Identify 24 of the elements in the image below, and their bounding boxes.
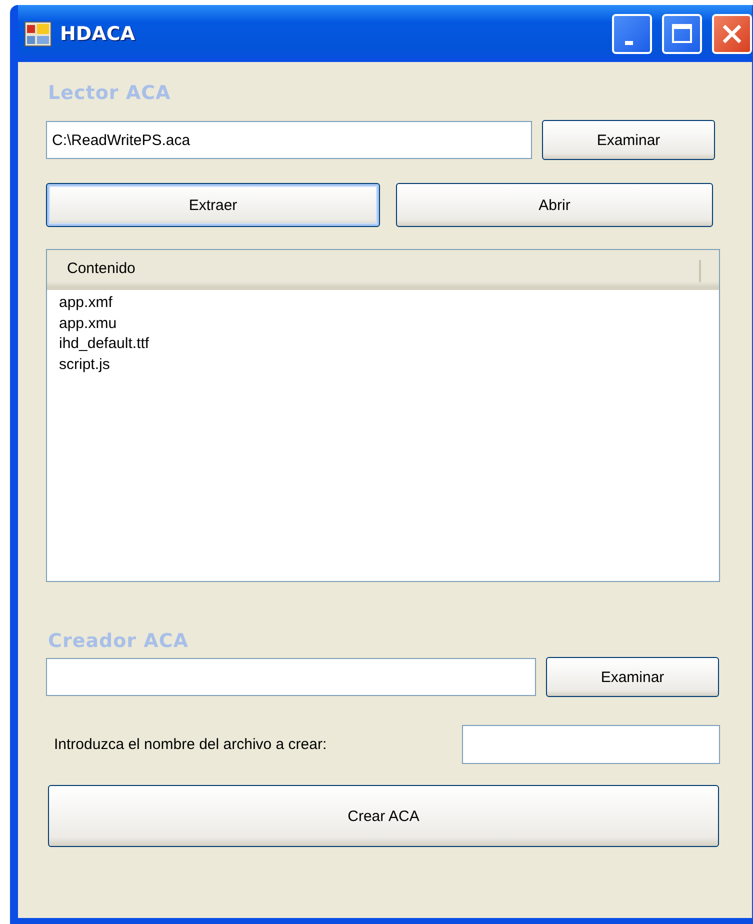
close-button[interactable] — [712, 14, 752, 54]
maximize-icon — [670, 22, 694, 46]
file-item[interactable]: ihd_default.ttf — [47, 334, 150, 354]
minimize-button[interactable] — [612, 14, 652, 54]
path-field[interactable] — [46, 658, 536, 696]
file-item[interactable]: app.xmf — [47, 293, 112, 314]
app-icon — [24, 20, 52, 48]
browse-button[interactable]: Examinar — [546, 657, 719, 697]
section-heading: Creador ACA — [48, 630, 189, 652]
window-title: HDACA — [60, 22, 136, 44]
create-button[interactable]: Crear ACA — [48, 785, 719, 847]
path-field[interactable]: C:\ReadWritePS.aca — [46, 121, 532, 159]
file-item[interactable]: app.xmu — [47, 314, 117, 334]
minimize-icon — [625, 40, 633, 44]
file-item[interactable]: script.js — [47, 354, 110, 375]
browse-button[interactable]: Examinar — [542, 120, 715, 160]
maximize-button[interactable] — [662, 14, 702, 54]
file-name-field[interactable] — [462, 725, 720, 764]
column-header[interactable]: Contenido — [47, 250, 719, 290]
action-button[interactable]: Extraer — [46, 183, 380, 227]
action-button[interactable]: Abrir — [396, 183, 713, 227]
name-label: Introduzca el nombre del archivo a crear: — [54, 736, 327, 753]
section-heading: Lector ACA — [48, 82, 171, 104]
file-list[interactable]: Contenido app.xmf app.xmu ihd_default.ttf script.js — [46, 249, 720, 582]
